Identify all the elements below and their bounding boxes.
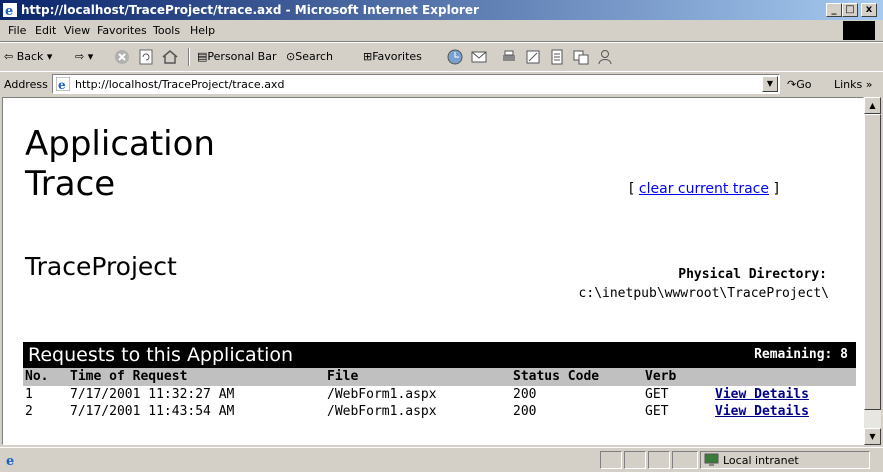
svg-text:e: e [6,454,14,468]
cell-status: 200 [513,404,537,419]
page-content: Application Trace TraceProject [ clear c… [2,97,864,445]
cell-status: 200 [513,387,537,402]
title-line-2: Trace [25,164,116,204]
search-button[interactable]: ⊙Search [286,50,333,63]
go-label: Go [796,78,812,91]
window-title: http://localhost/TraceProject/trace.axd … [21,3,479,17]
home-icon[interactable] [161,48,179,66]
go-button[interactable]: ↷Go [787,78,811,91]
status-pane [600,451,622,469]
page-icon: e [56,77,70,91]
links-button[interactable]: Links » [834,78,872,91]
close-button[interactable]: x [861,3,877,17]
table-row: 2 7/17/2001 11:43:54 AM /WebForm1.aspx 2… [23,403,856,420]
column-header-verb: Verb [645,369,677,384]
physical-directory-label: Physical Directory: [678,267,827,282]
table-row: 1 7/17/2001 11:32:27 AM /WebForm1.aspx 2… [23,386,856,403]
clear-current-trace-link[interactable]: clear current trace [639,181,769,197]
column-header-time: Time of Request [70,369,188,384]
cell-time: 7/17/2001 11:43:54 AM [70,404,235,419]
intranet-icon [704,453,719,466]
menu-favorites[interactable]: Favorites [97,24,147,37]
clear-close-bracket: ] [773,181,779,197]
scroll-thumb[interactable] [864,114,881,410]
address-label: Address [4,78,48,91]
page-status-icon: e [6,454,14,468]
cell-no: 1 [25,387,33,402]
favorites-button[interactable]: ⊞Favorites [363,50,422,63]
address-dropdown-icon[interactable]: ▼ [762,76,778,92]
zone-label: Local intranet [723,454,799,467]
print-icon[interactable] [500,48,518,66]
view-details-link[interactable]: View Details [715,387,809,402]
history-icon[interactable] [446,48,464,66]
column-header-no: No. [25,369,49,384]
forward-button[interactable]: ⇨ ▾ [75,50,93,63]
requests-header: Requests to this Application Remaining: … [23,342,856,368]
scroll-up-icon[interactable]: ▲ [864,97,881,114]
cell-file: /WebForm1.aspx [327,404,437,419]
menu-bar: File Edit View Favorites Tools Help [0,20,883,42]
personal-bar-button[interactable]: ▤Personal Bar [197,50,276,63]
vertical-scrollbar[interactable]: ▲ ▼ [864,97,881,445]
messenger-icon[interactable] [596,48,614,66]
status-pane [624,451,646,469]
maximize-button[interactable]: □ [842,3,858,17]
back-label: Back [16,50,44,63]
requests-title: Requests to this Application [28,344,294,366]
minimize-button[interactable]: _ [826,3,842,17]
favorites-label: Favorites [372,50,422,63]
toolbar-separator [188,48,190,66]
cell-verb: GET [645,404,669,419]
ie-icon: e [3,3,17,18]
menu-tools[interactable]: Tools [153,24,180,37]
cell-file: /WebForm1.aspx [327,387,437,402]
menu-view[interactable]: View [64,24,90,37]
cell-time: 7/17/2001 11:32:27 AM [70,387,235,402]
address-bar: Address e http://localhost/TraceProject/… [0,71,883,97]
cell-no: 2 [25,404,33,419]
address-input[interactable]: e http://localhost/TraceProject/trace.ax… [52,74,780,94]
menu-edit[interactable]: Edit [35,24,56,37]
physical-directory-value: c:\inetpub\wwwroot\TraceProject\ [578,286,829,301]
title-bar: e http://localhost/TraceProject/trace.ax… [0,0,883,20]
zone-indicator: Local intranet [700,451,870,469]
page-title: Application Trace [25,124,215,204]
refresh-icon[interactable] [137,48,155,66]
svg-text:e: e [5,4,13,18]
menu-help[interactable]: Help [190,24,215,37]
mail-icon[interactable] [470,48,488,66]
edit-icon[interactable] [524,48,542,66]
title-line-1: Application [25,124,215,164]
status-pane [648,451,670,469]
status-bar: e Local intranet [0,447,883,472]
toolbar: ⇦ Back ▾ ⇨ ▾ ▤Personal Bar ⊙Search ⊞Favo… [0,42,883,72]
address-url: http://localhost/TraceProject/trace.axd [75,78,285,91]
windows-logo-icon [843,21,875,40]
back-button[interactable]: ⇦ Back ▾ [4,50,52,63]
personal-bar-label: Personal Bar [207,50,277,63]
table-header: No. Time of Request File Status Code Ver… [23,368,856,386]
view-details-link[interactable]: View Details [715,404,809,419]
clear-open-bracket: [ [629,181,635,197]
column-header-file: File [327,369,359,384]
cell-verb: GET [645,387,669,402]
svg-text:e: e [58,78,66,91]
related-icon[interactable] [572,48,590,66]
remaining-count: Remaining: 8 [754,347,848,362]
menu-file[interactable]: File [8,24,26,37]
scroll-down-icon[interactable]: ▼ [864,428,881,445]
search-label: Search [295,50,334,63]
status-pane [672,451,698,469]
discuss-icon[interactable] [548,48,566,66]
stop-icon[interactable] [113,48,131,66]
project-name: TraceProject [25,252,177,281]
column-header-status: Status Code [513,369,600,384]
clear-trace: [ clear current trace ] [629,181,779,197]
